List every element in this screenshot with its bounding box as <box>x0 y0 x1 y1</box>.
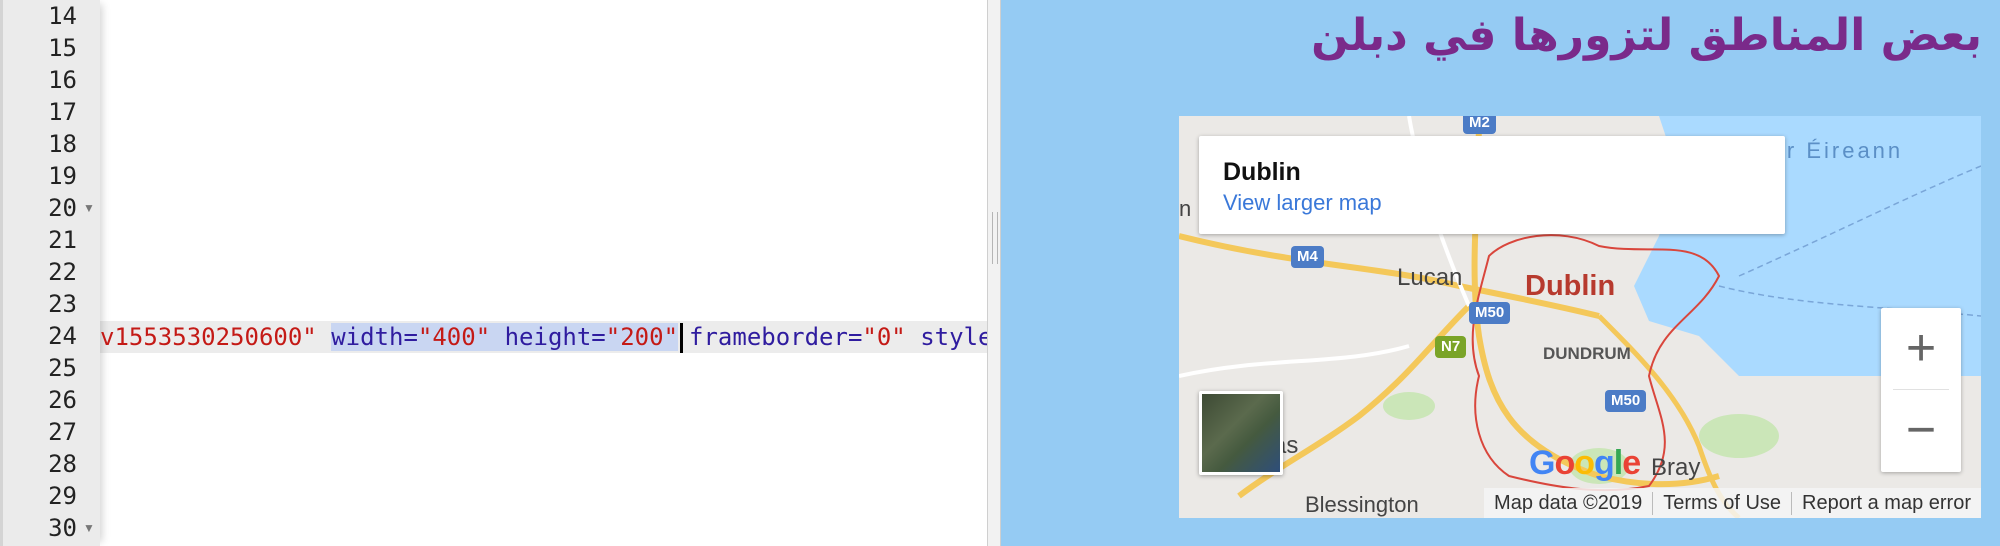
string-token: "400" <box>417 323 491 351</box>
park-area <box>1699 414 1779 458</box>
road-shield-m50: M50 <box>1605 390 1647 412</box>
line-number: 28 <box>48 450 77 478</box>
line-number: 25 <box>48 354 77 382</box>
string-token: v1553530250600" <box>100 323 317 351</box>
line-number: 23 <box>48 290 77 318</box>
line-number: 15 <box>48 34 77 62</box>
pane-splitter[interactable] <box>987 0 1001 546</box>
map-label-west: n <box>1179 196 1192 221</box>
selected-text[interactable]: width="400" height="200" <box>331 323 679 351</box>
page-heading: بعض المناطق لتزورها في دبلن <box>1311 10 1982 61</box>
code-line-24[interactable]: v1553530250600" width="400" height="200"… <box>100 321 987 353</box>
view-larger-map-link[interactable]: View larger map <box>1223 190 1382 216</box>
attribute-token: height= <box>504 323 606 351</box>
google-logo: Google <box>1529 444 1641 483</box>
fold-arrow-icon[interactable]: ▼ <box>83 192 95 224</box>
text-caret <box>680 323 684 353</box>
line-number-current: 24 <box>48 322 77 350</box>
logo-letter: l <box>1613 444 1624 482</box>
line-number: 18 <box>48 130 77 158</box>
code-editor[interactable]: 14 15 16 17 18 19 20 ▼ 21 22 23 24 25 26… <box>0 0 987 546</box>
string-token: "0" <box>862 323 906 351</box>
map-data-credit: Map data ©2019 <box>1494 491 1643 514</box>
road <box>1179 344 1410 378</box>
logo-letter: g <box>1594 444 1615 482</box>
attribute-token: width= <box>331 323 418 351</box>
embedded-map[interactable]: ir Éireann n Lucan Dublin DUNDRUM as Bra… <box>1179 116 1981 518</box>
line-number: 27 <box>48 418 77 446</box>
line-number: 22 <box>48 258 77 286</box>
logo-letter: G <box>1529 444 1555 482</box>
park-area <box>1383 392 1435 420</box>
terms-of-use-link[interactable]: Terms of Use <box>1652 491 1791 515</box>
road-shield-n7: N7 <box>1435 336 1467 358</box>
attribute-token: frameborder= <box>689 323 863 351</box>
string-token: "200" <box>605 323 679 351</box>
line-number: 19 <box>48 162 77 190</box>
line-number: 17 <box>48 98 77 126</box>
zoom-out-button[interactable]: − <box>1881 390 1961 470</box>
line-number: 26 <box>48 386 77 414</box>
logo-letter: o <box>1554 444 1575 482</box>
satellite-toggle-thumbnail[interactable] <box>1199 391 1283 475</box>
zoom-in-button[interactable]: + <box>1881 308 1961 388</box>
zoom-control: + − <box>1881 308 1961 472</box>
map-label-blessington: Blessington <box>1305 492 1419 517</box>
road-shield-m2: M2 <box>1463 116 1496 134</box>
map-label-sea: ir Éireann <box>1779 138 1904 163</box>
line-number: 16 <box>48 66 77 94</box>
fold-arrow-icon[interactable]: ▼ <box>83 512 95 544</box>
map-info-card: Dublin View larger map <box>1199 136 1785 234</box>
map-attribution-bar: Map data ©2019 Terms of Use Report a map… <box>1484 488 1981 518</box>
line-number-gutter: 14 15 16 17 18 19 20 ▼ 21 22 23 24 25 26… <box>0 0 100 546</box>
map-label-dublin: Dublin <box>1525 270 1616 302</box>
logo-letter: o <box>1574 444 1595 482</box>
attribute-token: style <box>920 323 987 351</box>
road-shield-m50: M50 <box>1469 302 1511 324</box>
place-name: Dublin <box>1223 158 1301 186</box>
map-label-bray: Bray <box>1651 454 1701 481</box>
logo-letter: e <box>1622 444 1641 482</box>
splitter-grip-icon[interactable] <box>992 212 998 264</box>
line-number: 14 <box>48 2 77 30</box>
line-number: 20 <box>48 194 77 222</box>
line-number: 30 <box>48 514 77 542</box>
road-shield-m4: M4 <box>1291 246 1324 268</box>
map-label-lucan: Lucan <box>1397 264 1463 291</box>
map-label-dundrum: DUNDRUM <box>1543 344 1631 363</box>
report-map-error-link[interactable]: Report a map error <box>1791 491 1981 515</box>
line-number: 29 <box>48 482 77 510</box>
line-number: 21 <box>48 226 77 254</box>
preview-pane: بعض المناطق لتزورها في دبلن ir Éireann n… <box>1001 0 2000 546</box>
